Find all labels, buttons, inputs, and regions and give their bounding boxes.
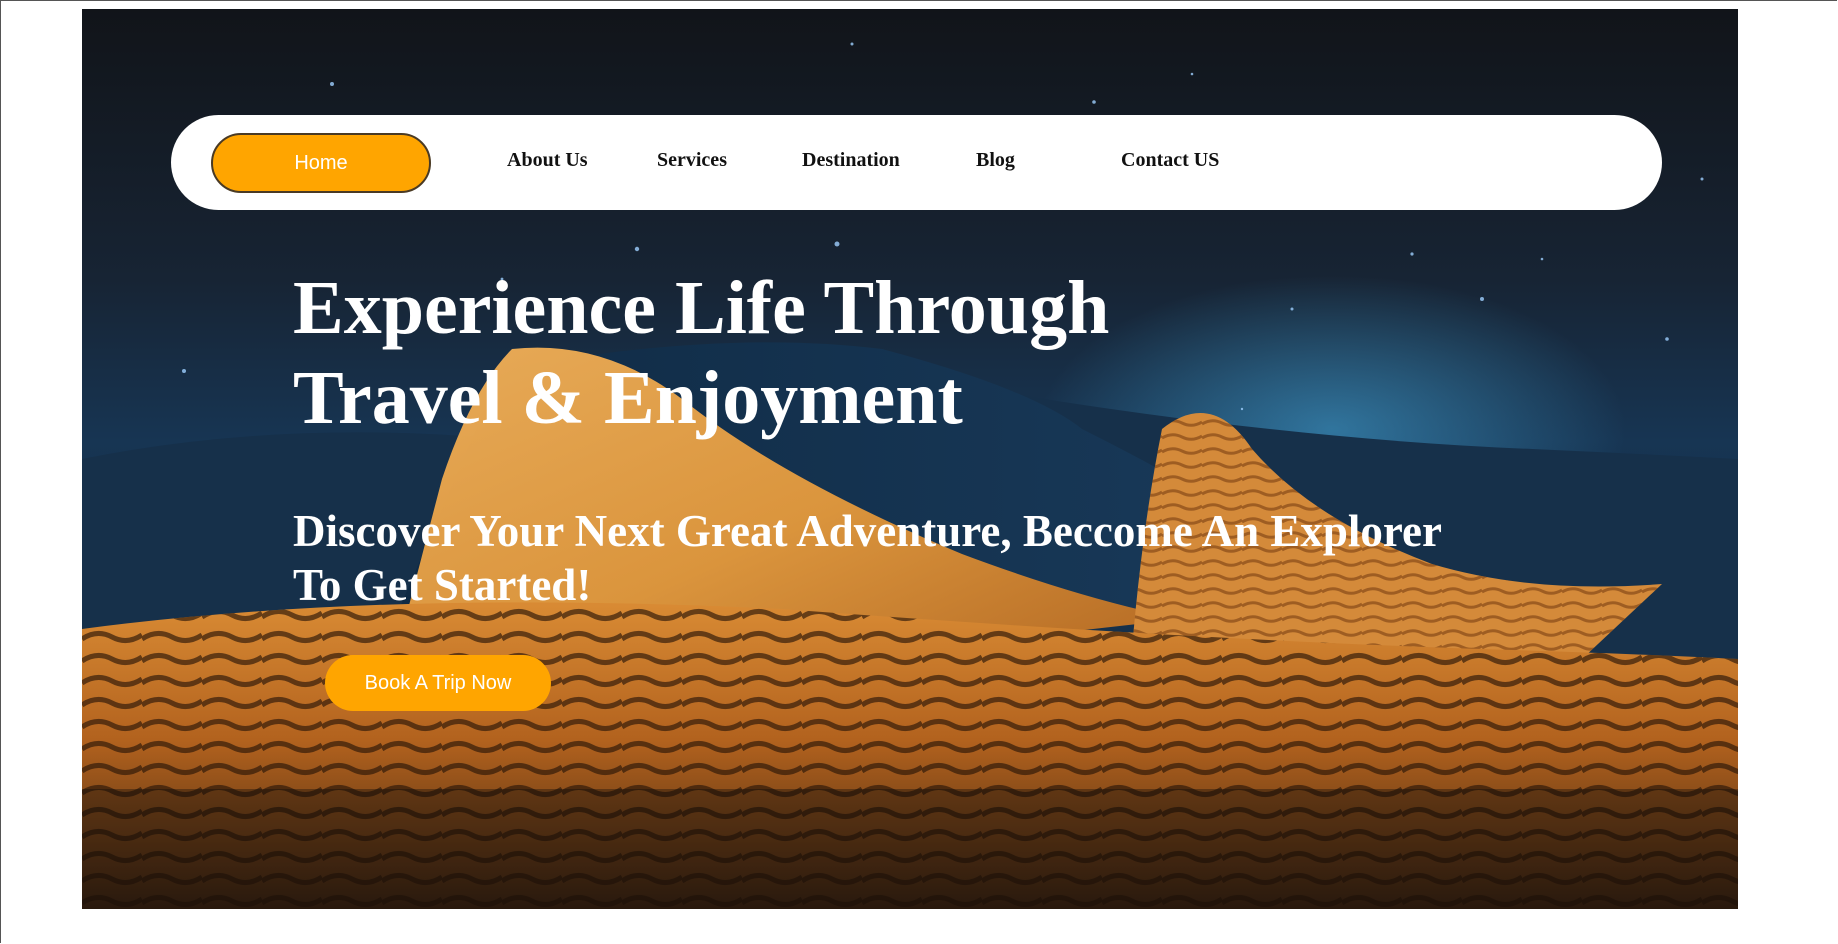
nav-link-services[interactable]: Services [657,149,727,172]
nav-link-blog[interactable]: Blog [976,149,1015,172]
hero-headline: Experience Life Through Travel & Enjoyme… [293,263,1293,443]
nav-home-button[interactable]: Home [211,133,431,193]
hero-subheadline-line1: Discover Your Next Great Adventure, Becc… [293,506,1442,556]
hero-headline-line2: Travel & Enjoyment [293,356,963,440]
hero-subheadline: Discover Your Next Great Adventure, Becc… [293,504,1593,612]
hero-subheadline-line2: To Get Started! [293,560,592,610]
main-navbar: Home About Us Services Destination Blog … [171,115,1662,210]
hero-headline-line1: Experience Life Through [293,266,1110,350]
nav-link-destination[interactable]: Destination [802,149,900,172]
nav-link-contact-us[interactable]: Contact US [1121,149,1219,172]
hero-section: Home About Us Services Destination Blog … [82,9,1738,909]
book-trip-button[interactable]: Book A Trip Now [325,655,551,711]
nav-link-about-us[interactable]: About Us [507,149,588,172]
